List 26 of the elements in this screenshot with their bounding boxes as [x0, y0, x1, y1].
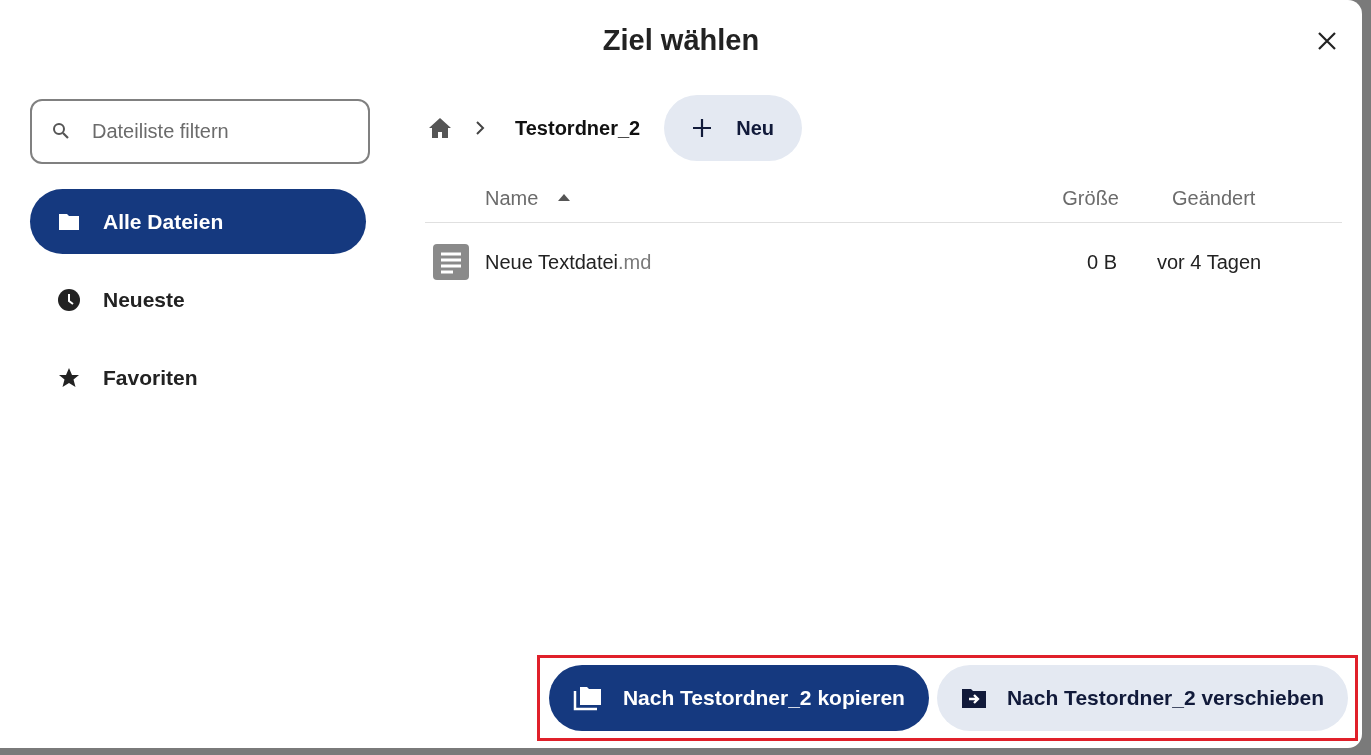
breadcrumb-current[interactable]: Testordner_2: [515, 113, 641, 143]
sidebar-item[interactable]: Neueste: [30, 267, 366, 332]
text-file-icon: [433, 244, 469, 280]
folder-icon: [57, 211, 81, 232]
sidebar-item[interactable]: Alle Dateien: [30, 189, 366, 254]
copy-button[interactable]: Nach Testordner_2 kopieren: [548, 665, 929, 731]
folder-arrow-icon: [960, 687, 987, 709]
new-button[interactable]: Neu: [664, 95, 803, 161]
sidebar-item[interactable]: Favoriten: [30, 345, 366, 410]
chevron-right-icon: [475, 120, 485, 136]
file-name: Neue Textdatei.md: [485, 250, 652, 275]
file-size: 0 B: [1085, 250, 1117, 275]
search-icon: [52, 122, 70, 140]
column-header[interactable]: Geändert: [1172, 182, 1342, 213]
column-header[interactable]: Name: [485, 182, 945, 213]
clock-icon: [57, 287, 81, 312]
column-header[interactable]: Größe: [1024, 182, 1119, 213]
move-button[interactable]: Nach Testordner_2 verschieben: [936, 665, 1348, 731]
file-row[interactable]: Neue Textdatei.md 0 B vor 4 Tagen: [425, 223, 1342, 301]
dialog-title: Ziel wählen: [602, 23, 760, 59]
home-icon: [428, 117, 452, 139]
close-icon: [1317, 31, 1337, 51]
folders-icon: [572, 685, 603, 711]
plus-icon: [692, 118, 713, 138]
search-field[interactable]: Dateiliste filtern: [30, 99, 370, 164]
modified-date: vor 4 Tagen: [1157, 250, 1263, 275]
